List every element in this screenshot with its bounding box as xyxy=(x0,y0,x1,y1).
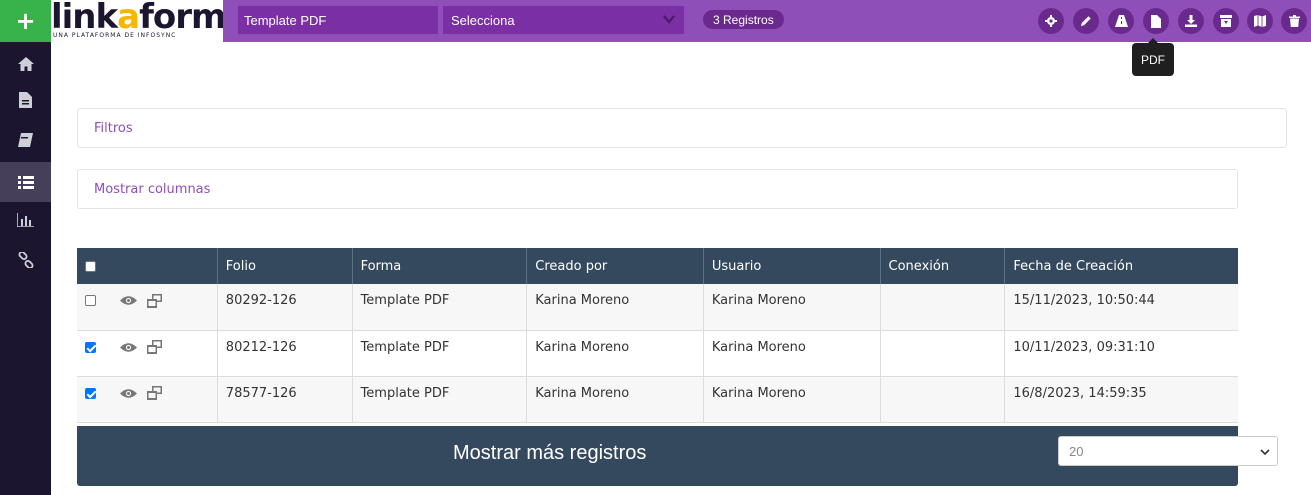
duplicate-icon[interactable] xyxy=(147,386,163,400)
cell-forma: Template PDF xyxy=(352,284,528,331)
pdf-file-icon xyxy=(1151,14,1161,28)
cell-usuario: Karina Moreno xyxy=(703,284,881,331)
column-header-usuario[interactable]: Usuario xyxy=(703,248,881,284)
archive-icon xyxy=(1220,15,1232,27)
row-actions-cell xyxy=(77,284,218,331)
cell-folio: 80212-126 xyxy=(217,330,353,377)
chevron-down-icon xyxy=(1260,449,1270,456)
top-toolbar: Template PDF Selecciona 3 Registros xyxy=(223,0,1311,42)
sidebar-item-connections[interactable] xyxy=(0,240,51,280)
settings-button[interactable] xyxy=(1038,8,1064,34)
edit-button[interactable] xyxy=(1073,8,1099,34)
table-row[interactable]: 80292-126 Template PDF Karina Moreno Kar… xyxy=(77,284,1238,331)
page-size-select[interactable]: 20 xyxy=(1058,436,1278,466)
book-icon xyxy=(18,133,33,147)
cell-creado-por: Karina Moreno xyxy=(526,376,704,423)
filters-panel[interactable]: Filtros xyxy=(77,108,1287,148)
logo-tagline: UNA PLATAFORMA DE INFOSYNC xyxy=(53,32,177,39)
route-button[interactable] xyxy=(1108,8,1134,34)
row-checkbox[interactable] xyxy=(85,387,96,399)
map-button[interactable] xyxy=(1247,8,1273,34)
row-actions-cell xyxy=(77,330,218,377)
pdf-button[interactable] xyxy=(1143,8,1169,34)
sidebar-item-catalogs[interactable] xyxy=(0,120,51,160)
row-checkbox[interactable] xyxy=(85,295,96,306)
select-all-header xyxy=(77,248,218,284)
cell-conexion xyxy=(880,376,1006,423)
cell-fecha: 16/8/2023, 14:59:35 xyxy=(1004,376,1238,423)
cell-fecha: 15/11/2023, 10:50:44 xyxy=(1004,284,1238,331)
sidebar-item-home[interactable] xyxy=(0,44,51,84)
list-icon xyxy=(17,175,34,189)
sidebar: + xyxy=(0,0,51,495)
records-count-badge: 3 Registros xyxy=(703,10,784,29)
show-more-label[interactable]: Mostrar más registros xyxy=(453,442,646,465)
column-header-fecha[interactable]: Fecha de Creación xyxy=(1004,248,1238,284)
cell-conexion xyxy=(880,284,1006,331)
table-row[interactable]: 78577-126 Template PDF Karina Moreno Kar… xyxy=(77,376,1238,423)
gear-icon xyxy=(1045,15,1057,27)
delete-button[interactable] xyxy=(1281,8,1307,34)
page-size-value: 20 xyxy=(1069,443,1084,459)
row-actions-cell xyxy=(77,376,218,423)
columns-panel[interactable]: Mostrar columnas xyxy=(77,169,1238,209)
cell-fecha: 10/11/2023, 09:31:10 xyxy=(1004,330,1238,377)
download-icon xyxy=(1185,15,1197,27)
duplicate-icon[interactable] xyxy=(147,340,163,354)
cell-conexion xyxy=(880,330,1006,377)
eye-icon[interactable] xyxy=(120,342,138,353)
select-all-checkbox[interactable] xyxy=(85,260,96,272)
home-icon xyxy=(17,57,34,71)
bar-chart-icon xyxy=(17,213,34,227)
sidebar-item-reports[interactable] xyxy=(0,200,51,240)
eye-icon[interactable] xyxy=(120,295,138,306)
cell-folio: 78577-126 xyxy=(217,376,353,423)
document-icon xyxy=(19,92,32,108)
sidebar-item-records[interactable] xyxy=(0,162,51,202)
chevron-down-icon xyxy=(663,15,675,24)
link-icon xyxy=(18,252,33,268)
archive-button[interactable] xyxy=(1213,8,1239,34)
column-header-forma[interactable]: Forma xyxy=(352,248,528,284)
cell-creado-por: Karina Moreno xyxy=(526,330,704,377)
map-icon xyxy=(1254,15,1266,27)
records-table: Folio Forma Creado por Usuario Conexión … xyxy=(77,248,1238,423)
filter-select-value: Selecciona xyxy=(451,12,515,28)
filter-select[interactable]: Selecciona xyxy=(443,6,684,34)
cell-forma: Template PDF xyxy=(352,376,528,423)
columns-label: Mostrar columnas xyxy=(94,181,211,197)
sidebar-item-documents[interactable] xyxy=(0,80,51,120)
download-button[interactable] xyxy=(1178,8,1204,34)
table-header-row: Folio Forma Creado por Usuario Conexión … xyxy=(77,248,1238,284)
form-name-input[interactable]: Template PDF xyxy=(238,6,438,34)
eye-icon[interactable] xyxy=(120,388,138,399)
table-row[interactable]: 80212-126 Template PDF Karina Moreno Kar… xyxy=(77,330,1238,377)
row-checkbox[interactable] xyxy=(85,341,96,353)
duplicate-icon[interactable] xyxy=(147,293,163,308)
cell-usuario: Karina Moreno xyxy=(703,376,881,423)
pencil-icon xyxy=(1081,16,1091,26)
logo: linkaform UNA PLATAFORMA DE INFOSYNC xyxy=(51,0,223,42)
column-header-conexion[interactable]: Conexión xyxy=(880,248,1006,284)
cell-usuario: Karina Moreno xyxy=(703,330,881,377)
add-button[interactable]: + xyxy=(0,0,51,42)
trash-icon xyxy=(1288,15,1300,27)
pdf-tooltip: PDF xyxy=(1132,38,1174,76)
column-header-folio[interactable]: Folio xyxy=(217,248,353,284)
road-icon xyxy=(1114,15,1128,27)
cell-folio: 80292-126 xyxy=(217,284,353,331)
cell-creado-por: Karina Moreno xyxy=(526,284,704,331)
cell-forma: Template PDF xyxy=(352,330,528,377)
filters-label: Filtros xyxy=(94,120,133,136)
column-header-creado-por[interactable]: Creado por xyxy=(526,248,704,284)
